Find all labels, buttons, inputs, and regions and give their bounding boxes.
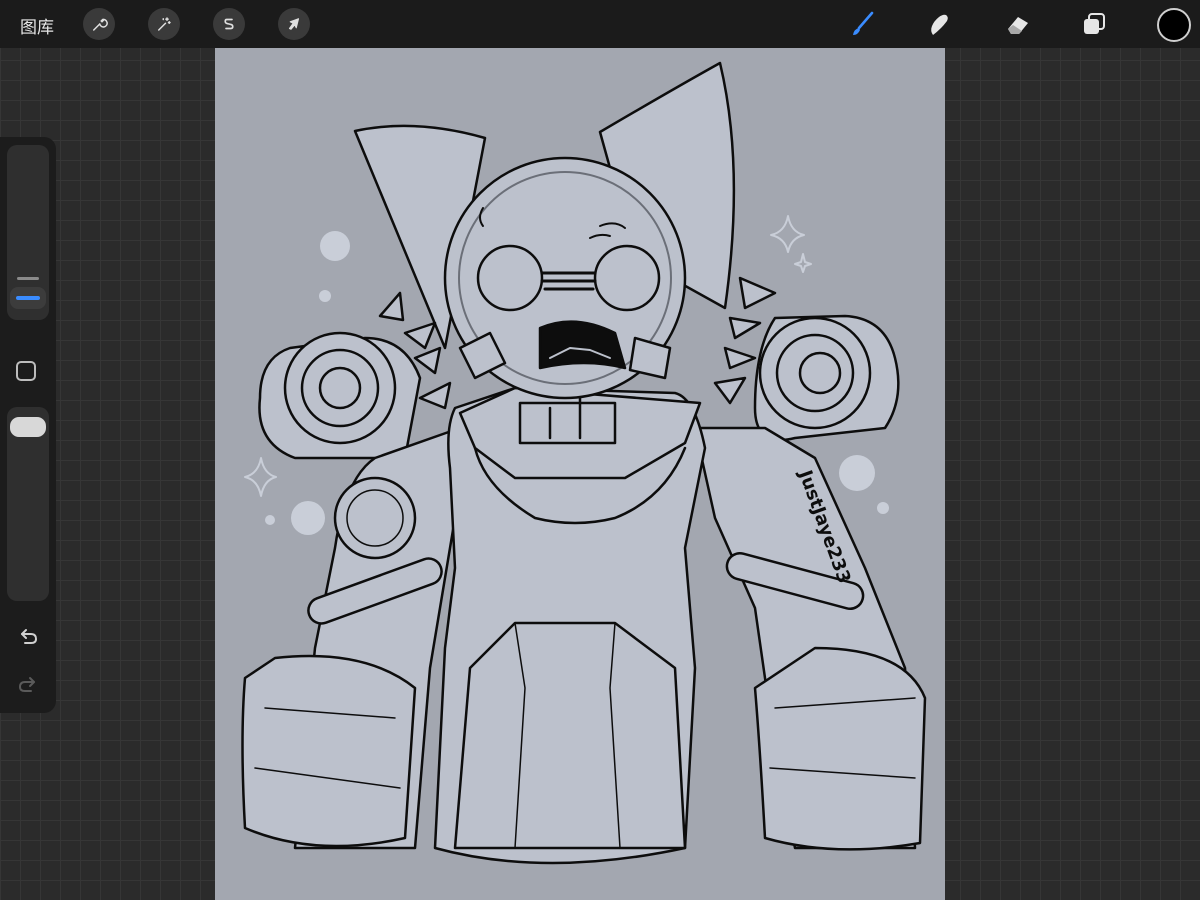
gallery-button[interactable]: 图库 [20, 13, 54, 38]
arrow-transform-icon[interactable] [278, 8, 310, 40]
left-hand [241, 654, 417, 848]
opacity-handle[interactable] [10, 417, 46, 437]
eraser-icon[interactable] [999, 6, 1035, 42]
brush-icon[interactable] [844, 6, 880, 42]
left-sidebar [0, 137, 56, 713]
color-picker-button[interactable] [1157, 8, 1191, 42]
modify-button[interactable] [16, 361, 36, 381]
smudge-icon[interactable] [921, 6, 957, 42]
chest-panel [453, 621, 687, 850]
top-toolbar: 图库 [0, 0, 1200, 48]
brush-size-handle[interactable] [10, 287, 46, 309]
left-eye [476, 244, 544, 312]
magic-wand-icon[interactable] [148, 8, 180, 40]
wrench-icon[interactable] [83, 8, 115, 40]
redo-icon[interactable] [14, 671, 42, 699]
right-speaker [753, 314, 900, 442]
opacity-slider[interactable] [7, 407, 49, 601]
right-eye [593, 244, 661, 312]
right-hand [753, 646, 927, 851]
slider-tick [17, 277, 39, 280]
undo-icon[interactable] [14, 623, 42, 651]
selection-s-icon[interactable] [213, 8, 245, 40]
layers-icon[interactable] [1076, 6, 1112, 42]
drawing-canvas[interactable]: JustJaye233 [215, 48, 945, 900]
brush-size-slider[interactable] [7, 145, 49, 320]
left-speaker [258, 331, 422, 460]
